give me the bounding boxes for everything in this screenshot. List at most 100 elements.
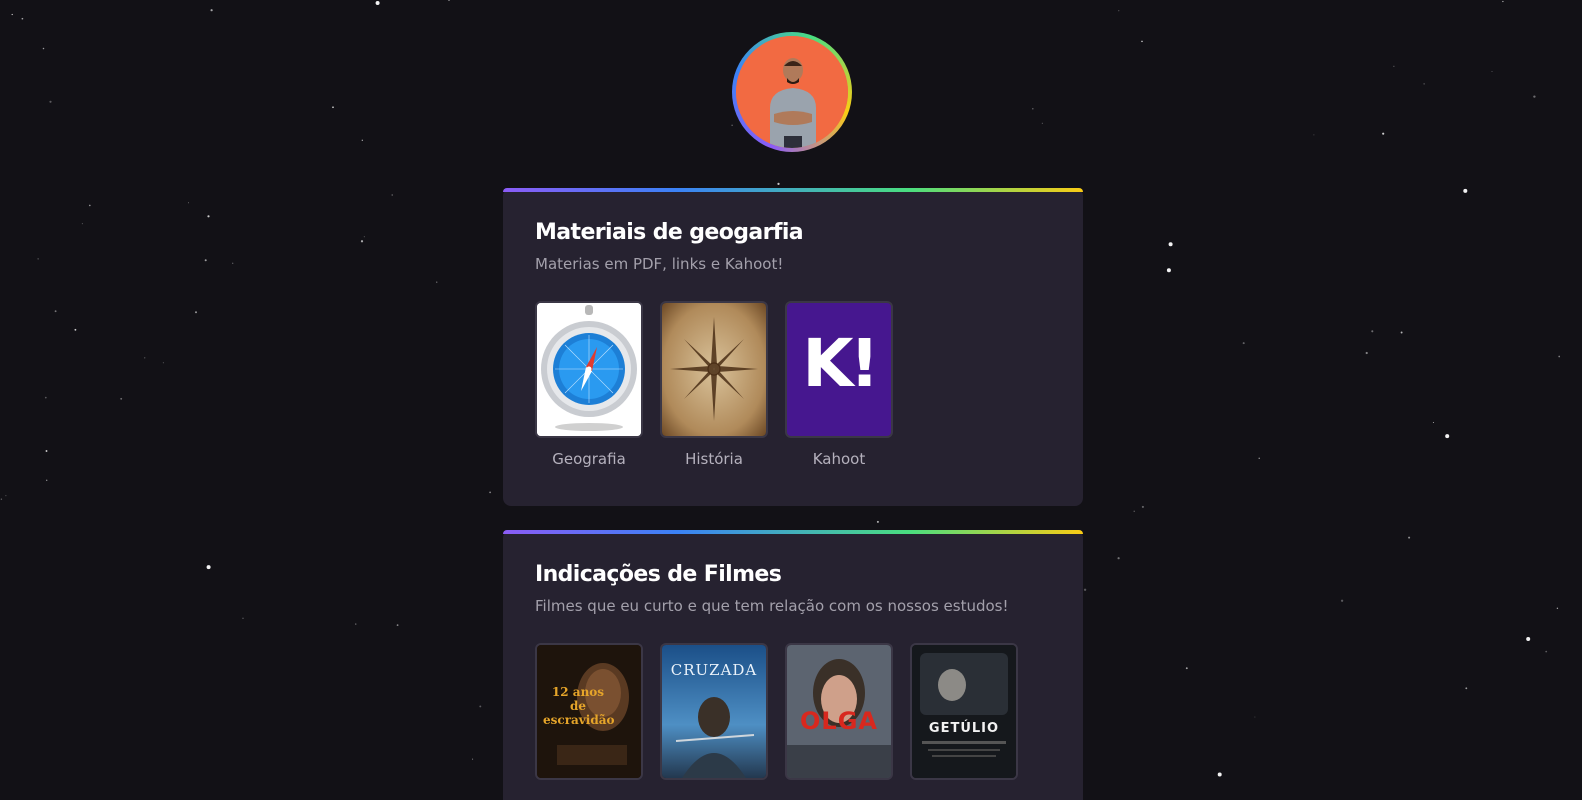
star bbox=[1185, 667, 1188, 670]
star bbox=[1533, 95, 1536, 98]
star bbox=[363, 236, 365, 238]
movie-olga[interactable]: OLGA bbox=[785, 643, 893, 780]
star bbox=[1118, 10, 1120, 12]
star bbox=[360, 240, 364, 243]
star bbox=[210, 9, 213, 12]
profile-avatar-ring bbox=[732, 32, 852, 152]
star bbox=[1445, 434, 1450, 439]
poster-title: CRUZADA bbox=[670, 661, 758, 679]
star bbox=[472, 758, 474, 760]
star bbox=[1400, 331, 1403, 334]
star bbox=[1168, 242, 1173, 247]
avatar[interactable] bbox=[736, 36, 848, 148]
star bbox=[1423, 83, 1425, 85]
star bbox=[1465, 687, 1468, 690]
link-tiles: Geografia História K! Kahoot bbox=[535, 301, 1051, 468]
star bbox=[5, 495, 7, 497]
star bbox=[1526, 637, 1531, 641]
kahoot-logo-text: K! bbox=[802, 325, 879, 402]
movie-poster-icon: 12 anos de escravidão bbox=[535, 643, 643, 780]
star bbox=[1408, 536, 1411, 539]
star bbox=[1365, 351, 1368, 355]
section-card-movies: Indicações de Filmes Filmes que eu curto… bbox=[503, 530, 1083, 800]
compass-icon bbox=[535, 301, 643, 438]
star bbox=[355, 623, 357, 625]
star bbox=[1463, 188, 1468, 193]
tile-label: História bbox=[685, 450, 743, 468]
star bbox=[1258, 457, 1260, 459]
star bbox=[74, 328, 77, 331]
star bbox=[436, 281, 438, 283]
star bbox=[1254, 716, 1256, 718]
compass-rose-map-icon bbox=[660, 301, 768, 438]
star bbox=[1432, 422, 1434, 423]
person-photo-icon bbox=[736, 36, 848, 148]
star bbox=[162, 362, 164, 364]
star bbox=[242, 617, 244, 619]
star bbox=[1166, 268, 1171, 273]
star bbox=[1217, 772, 1222, 777]
section-subtitle: Materias em PDF, links e Kahoot! bbox=[535, 255, 784, 273]
star bbox=[1393, 65, 1395, 67]
section-title: Indicações de Filmes bbox=[535, 562, 782, 587]
star bbox=[54, 310, 57, 313]
star bbox=[37, 258, 39, 260]
star bbox=[0, 498, 3, 500]
star bbox=[1371, 330, 1374, 333]
tile-label: Geografia bbox=[552, 450, 626, 468]
section-subtitle: Filmes que eu curto e que tem relação co… bbox=[535, 597, 1009, 615]
star bbox=[1382, 132, 1385, 135]
poster-title: GETÚLIO bbox=[928, 721, 1000, 736]
star bbox=[45, 450, 48, 452]
movie-getulio[interactable]: GETÚLIO bbox=[910, 643, 1018, 780]
star bbox=[120, 397, 123, 400]
star bbox=[1141, 40, 1143, 43]
star bbox=[44, 396, 47, 399]
section-title: Materiais de geogarfia bbox=[535, 220, 804, 245]
movie-tiles: 12 anos de escravidão CRUZADA OLGA GETÚL… bbox=[535, 643, 1051, 780]
star bbox=[1242, 342, 1245, 345]
star bbox=[479, 705, 482, 708]
star bbox=[361, 139, 363, 141]
star bbox=[195, 311, 197, 314]
star bbox=[489, 491, 491, 494]
star bbox=[731, 124, 733, 126]
star bbox=[206, 565, 211, 570]
star bbox=[49, 100, 52, 103]
star bbox=[46, 479, 48, 481]
star bbox=[396, 624, 399, 626]
movie-poster-icon: GETÚLIO bbox=[910, 643, 1018, 780]
star bbox=[204, 259, 207, 262]
star bbox=[1041, 122, 1043, 124]
star bbox=[391, 194, 393, 196]
star bbox=[1556, 607, 1559, 609]
movie-poster-icon: CRUZADA bbox=[660, 643, 768, 780]
tile-label: Kahoot bbox=[812, 450, 866, 468]
star bbox=[1340, 599, 1344, 602]
kahoot-logo-icon: K! bbox=[785, 301, 893, 438]
star bbox=[81, 223, 83, 225]
tile-geografia[interactable]: Geografia bbox=[535, 301, 643, 468]
star bbox=[1545, 650, 1548, 653]
star bbox=[1313, 134, 1315, 136]
star bbox=[88, 204, 91, 207]
star bbox=[1141, 505, 1144, 508]
star bbox=[777, 182, 780, 186]
star bbox=[11, 13, 13, 16]
star bbox=[42, 47, 45, 50]
poster-title: OLGA bbox=[800, 707, 878, 735]
section-card-geography: Materiais de geogarfia Materias em PDF, … bbox=[503, 188, 1083, 506]
star bbox=[21, 17, 24, 20]
star bbox=[375, 1, 380, 5]
movie-12-anos[interactable]: 12 anos de escravidão bbox=[535, 643, 643, 780]
poster-title: 12 anos de escravidão bbox=[543, 685, 615, 727]
star bbox=[1117, 557, 1120, 560]
tile-historia[interactable]: História bbox=[660, 301, 768, 468]
tile-kahoot[interactable]: K! Kahoot bbox=[785, 301, 893, 468]
star bbox=[144, 357, 146, 359]
movie-cruzada[interactable]: CRUZADA bbox=[660, 643, 768, 780]
star bbox=[1502, 0, 1504, 3]
star bbox=[207, 215, 210, 218]
star bbox=[1083, 588, 1087, 591]
star bbox=[332, 106, 334, 109]
